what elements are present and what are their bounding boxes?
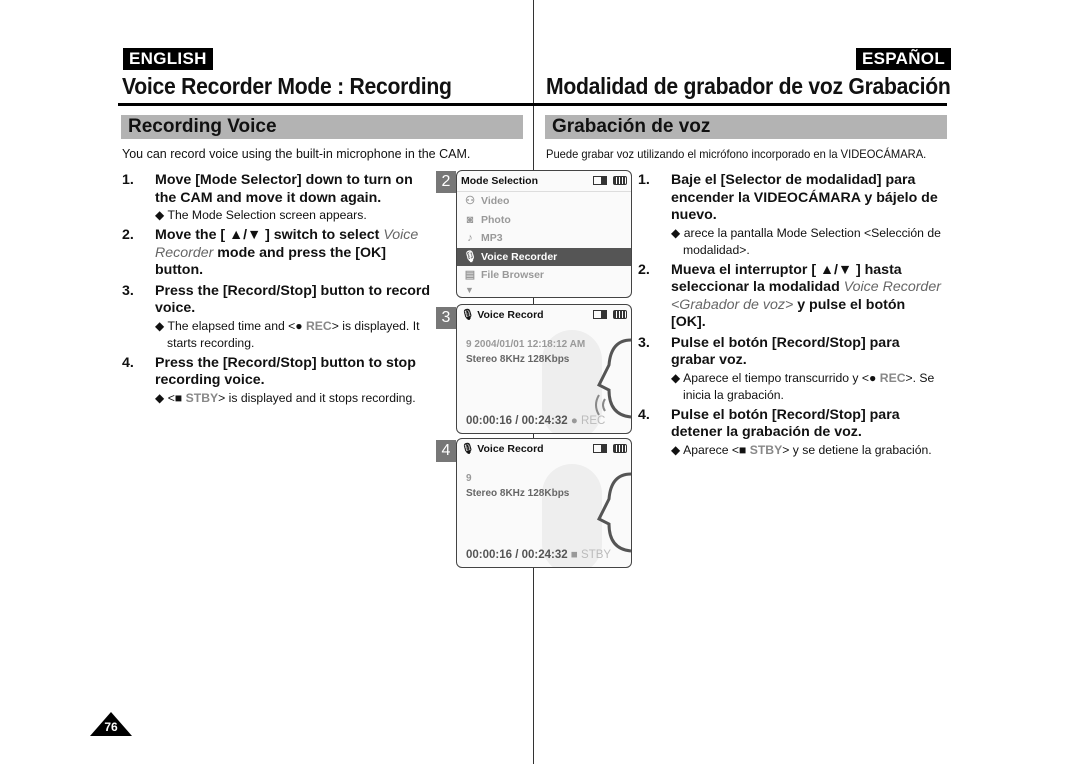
camera-icon: ◙: [466, 213, 474, 226]
microphone-icon: 🎙︎: [463, 250, 477, 263]
battery-icon: [613, 310, 627, 319]
menu-item-file-browser[interactable]: ▤ File Browser: [457, 266, 631, 285]
page-number: 76: [104, 720, 118, 734]
spanish-step-2: 2. Mueva el interruptor [ ▲/▼ ] hasta se…: [638, 261, 941, 331]
english-section-heading: Recording Voice: [121, 115, 523, 139]
audio-format: Stereo 8KHz 128Kbps: [466, 488, 570, 499]
scroll-down-arrow-icon[interactable]: ▼: [457, 285, 631, 295]
english-step-4: 4. Press the [Record/Stop] button to sto…: [122, 355, 432, 407]
spanish-steps: 1. Baje el [Selector de modalidad] para …: [638, 172, 943, 462]
music-note-icon: ♪: [467, 232, 473, 244]
english-title: Voice Recorder Mode : Recording: [122, 73, 452, 99]
voice-record-screen: 🎙︎ Voice Record 9 2004/01/01 12:18:12 AM…: [456, 304, 632, 434]
menu-item-voice-recorder[interactable]: 🎙︎ Voice Recorder: [457, 247, 631, 266]
menu-item-video[interactable]: ⚇ Video: [457, 192, 631, 211]
spanish-step-1: 1. Baje el [Selector de modalidad] para …: [638, 172, 943, 259]
stop-square-icon: ■: [570, 549, 578, 561]
english-badge: ENGLISH: [123, 48, 213, 70]
screen-3-number: 3: [436, 307, 456, 329]
time-readout: 00:00:16 / 00:24:32 ● REC: [466, 415, 606, 427]
memory-card-icon: [593, 176, 607, 185]
screen-header: 🎙︎ Voice Record: [457, 305, 631, 325]
file-info: 9: [466, 473, 472, 484]
screen-header: Mode Selection: [457, 171, 631, 192]
microphone-icon: 🎙︎: [461, 443, 475, 455]
spanish-step-1-note: ◆ arece la pantalla Mode Selection <Sele…: [671, 225, 941, 257]
spanish-intro: Puede grabar voz utilizando el micrófono…: [546, 147, 927, 161]
spanish-step-4-note: ◆ Aparece <■ STBY> y se detiene la graba…: [671, 442, 932, 457]
english-step-4-note: ◆ <■ STBY> is displayed and it stops rec…: [155, 390, 416, 405]
menu-item-mp3[interactable]: ♪ MP3: [457, 229, 631, 248]
english-step-3: 3. Press the [Record/Stop] button to rec…: [122, 282, 431, 350]
screen-4-number: 4: [436, 440, 456, 462]
spanish-badge: ESPAÑOL: [856, 48, 952, 70]
stby-status: STBY: [581, 549, 612, 561]
rec-status: REC: [581, 415, 606, 427]
english-step-3-note: ◆ The elapsed time and <● REC> is displa…: [155, 318, 420, 350]
microphone-icon: 🎙︎: [461, 309, 475, 321]
mode-selection-screen: Mode Selection ⚇ Video ◙ Photo ♪ MP3 🎙︎ Voic…: [456, 170, 632, 298]
spanish-title: Modalidad de grabador de voz Grabación: [546, 73, 951, 99]
battery-icon: [613, 176, 627, 185]
english-step-1: 1. Move [Mode Selector] down to turn on …: [122, 172, 432, 224]
english-title-rule: [118, 103, 533, 106]
file-info: 9 2004/01/01 12:18:12 AM: [466, 339, 586, 350]
video-camera-icon: ⚇: [465, 195, 475, 207]
voice-standby-screen: 🎙︎ Voice Record 9 Stereo 8KHz 128Kbps 00…: [456, 438, 632, 568]
document-icon: ▤: [464, 269, 476, 281]
spanish-step-4: 4. Pulse el botón [Record/Stop] para det…: [638, 407, 943, 459]
english-intro: You can record voice using the built-in …: [122, 147, 471, 161]
memory-card-icon: [593, 310, 607, 319]
spanish-section-heading: Grabación de voz: [545, 115, 947, 139]
english-steps: 1. Move [Mode Selector] down to turn on …: [122, 172, 432, 410]
battery-icon: [613, 444, 627, 453]
screen-header: 🎙︎ Voice Record: [457, 439, 631, 459]
stby-indicator-text: STBY: [185, 390, 219, 405]
time-readout: 00:00:16 / 00:24:32 ■ STBY: [466, 549, 612, 561]
memory-card-icon: [593, 444, 607, 453]
screen-2-number: 2: [436, 171, 456, 193]
record-dot-icon: ●: [570, 415, 578, 427]
spanish-step-3-note: ◆ Aparece el tiempo transcurrido y <● RE…: [671, 370, 935, 402]
spanish-step-3: 3. Pulse el botón [Record/Stop] para gra…: [638, 335, 943, 404]
spanish-title-rule: [533, 103, 947, 106]
english-step-1-note: ◆ The Mode Selection screen appears.: [155, 208, 367, 222]
menu-item-photo[interactable]: ◙ Photo: [457, 211, 631, 230]
audio-format: Stereo 8KHz 128Kbps: [466, 354, 570, 365]
english-step-2: 2. Move the [ ▲/▼ ] switch to select Voi…: [122, 227, 419, 278]
rec-indicator-text: REC: [306, 318, 332, 333]
